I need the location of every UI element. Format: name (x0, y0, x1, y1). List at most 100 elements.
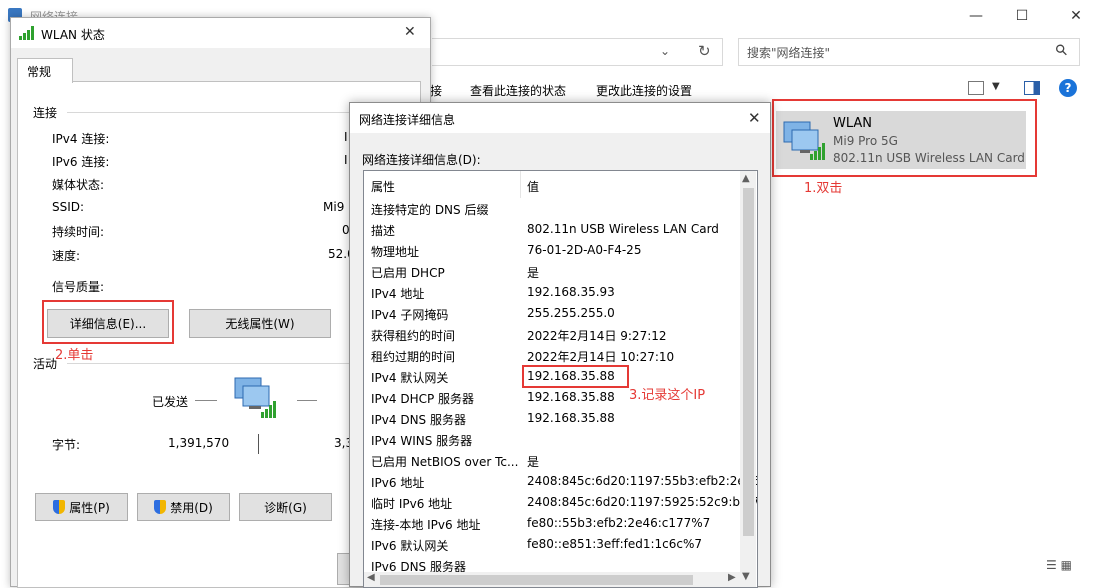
column-separator[interactable] (520, 171, 521, 198)
bytes-sent-value: 1,391,570 (168, 436, 230, 450)
row-property: IPv4 默认网关 (371, 371, 449, 385)
annotation-step-2: 2.单击 (55, 348, 94, 363)
row-value: 192.168.35.88 (527, 390, 615, 404)
row-property: 获得租约的时间 (371, 329, 456, 343)
row-value: 2408:845c:6d20:1197:5925:52c9:b8:73 (527, 495, 758, 509)
row-property: 已启用 DHCP (371, 266, 445, 280)
address-dropdown-icon[interactable]: ⌄ (660, 44, 670, 58)
media-state-label: 媒体状态: (52, 178, 105, 192)
column-header-property[interactable]: 属性 (371, 178, 395, 195)
status-dialog-title: WLAN 状态 (41, 28, 105, 42)
row-property: IPv4 地址 (371, 287, 425, 301)
help-icon[interactable]: ? (1059, 79, 1077, 97)
row-value: 2022年2月14日 10:27:10 (527, 350, 675, 364)
view-dropdown-icon[interactable]: ▼ (992, 81, 1000, 92)
row-property: IPv4 DNS 服务器 (371, 413, 466, 427)
column-header-value[interactable]: 值 (527, 178, 539, 195)
row-property: IPv6 默认网关 (371, 539, 449, 553)
row-value: fe80::55b3:efb2:2e46:c177%7 (527, 516, 711, 530)
tab-general-label: 常规 (27, 65, 52, 79)
table-row[interactable]: 租约过期的时间 2022年2月14日 10:27:10 (364, 345, 740, 366)
diagnose-button[interactable]: 诊断(G) (239, 493, 332, 521)
signal-quality-label: 信号质量: (52, 280, 105, 294)
ipv6-connection-value: I (344, 153, 348, 167)
scroll-left-arrow-icon[interactable]: ◀ (367, 572, 375, 583)
address-bar[interactable] (432, 38, 723, 66)
row-value: 76-01-2D-A0-F4-25 (527, 243, 642, 257)
sent-label: 已发送 (152, 395, 189, 409)
wireless-properties-button[interactable]: 无线属性(W) (189, 309, 331, 338)
row-property: 连接-本地 IPv6 地址 (371, 518, 481, 532)
row-property: IPv4 DHCP 服务器 (371, 392, 475, 406)
maximize-button[interactable]: ☐ (999, 0, 1045, 32)
table-row[interactable]: IPv6 默认网关 fe80::e851:3eff:fed1:1c6c%7 (364, 534, 740, 555)
table-row[interactable]: 已启用 NetBIOS over Tc... 是 (364, 450, 740, 471)
row-value: 2408:845c:6d20:1197:55b3:efb2:2e46 (527, 474, 758, 488)
horizontal-scroll-thumb[interactable] (380, 575, 693, 585)
annotation-box-2 (42, 300, 174, 344)
row-value: 255.255.255.0 (527, 306, 615, 320)
preview-pane-icon[interactable] (1024, 81, 1040, 95)
annotation-step-3: 3.记录这个IP (629, 388, 706, 403)
table-row[interactable]: 已启用 DHCP 是 (364, 261, 740, 282)
status-close-button[interactable]: ✕ (404, 24, 416, 40)
bytes-divider (258, 434, 259, 454)
table-row[interactable]: 连接-本地 IPv6 地址 fe80::55b3:efb2:2e46:c177%7 (364, 513, 740, 534)
vertical-scroll-thumb[interactable] (743, 188, 754, 536)
ssid-value: Mi9 (323, 200, 345, 214)
properties-button[interactable]: 属性(P) (35, 493, 128, 521)
table-row[interactable]: 描述 802.11n USB Wireless LAN Card (364, 219, 740, 240)
ssid-label: SSID: (52, 200, 85, 214)
ipv4-connection-label: IPv4 连接: (52, 132, 110, 146)
annotation-box-3 (522, 365, 629, 388)
row-value: 192.168.35.88 (527, 411, 615, 425)
view-status-button[interactable]: 查看此连接的状态 (470, 82, 566, 99)
ipv4-connection-value: I (344, 130, 348, 144)
table-row[interactable]: IPv4 子网掩码 255.255.255.0 (364, 303, 740, 324)
table-row[interactable]: IPv4 DNS 服务器 192.168.35.88 (364, 408, 740, 429)
details-list-label: 网络连接详细信息(D): (362, 153, 481, 167)
table-row[interactable]: 连接特定的 DNS 后缀 (364, 198, 740, 219)
speed-label: 速度: (52, 249, 81, 263)
table-row[interactable]: IPv4 地址 192.168.35.93 (364, 282, 740, 303)
shield-icon (154, 500, 167, 514)
scroll-up-arrow-icon[interactable]: ▲ (742, 173, 750, 184)
view-toggle-icons[interactable]: ☰ ▦ (1046, 558, 1072, 572)
row-value: 2022年2月14日 9:27:12 (527, 329, 667, 343)
scroll-right-arrow-icon[interactable]: ▶ (728, 572, 736, 583)
details-list-header (364, 171, 740, 198)
row-property: 临时 IPv6 地址 (371, 497, 453, 511)
table-row[interactable]: 临时 IPv6 地址 2408:845c:6d20:1197:5925:52c9:… (364, 492, 757, 513)
table-row[interactable]: 获得租约的时间 2022年2月14日 9:27:12 (364, 324, 740, 345)
table-row[interactable]: IPv4 WINS 服务器 (364, 429, 740, 450)
change-settings-button[interactable]: 更改此连接的设置 (596, 82, 692, 99)
row-value: fe80::e851:3eff:fed1:1c6c%7 (527, 537, 703, 551)
table-row[interactable]: 物理地址 76-01-2D-A0-F4-25 (364, 240, 740, 261)
table-row[interactable]: IPv6 地址 2408:845c:6d20:1197:55b3:efb2:2e4… (364, 471, 757, 492)
annotation-box-1 (772, 99, 1037, 177)
disable-button[interactable]: 禁用(D) (137, 493, 230, 521)
view-options-icon[interactable] (968, 81, 984, 95)
refresh-icon[interactable]: ↻ (698, 42, 711, 60)
details-close-button[interactable]: ✕ (748, 109, 761, 127)
tab-general[interactable]: 常规 (17, 58, 73, 83)
row-value: 802.11n USB Wireless LAN Card (527, 222, 719, 236)
row-property: 已启用 NetBIOS over Tc... (371, 455, 519, 469)
minimize-button[interactable]: — (953, 0, 999, 32)
row-property: IPv4 子网掩码 (371, 308, 449, 322)
close-button[interactable]: ✕ (1053, 0, 1099, 32)
row-property: 租约过期的时间 (371, 350, 456, 364)
connection-group-label: 连接 (33, 106, 58, 120)
row-property: IPv6 地址 (371, 476, 425, 490)
toolbar-partial-item[interactable]: 接 (430, 82, 442, 99)
scroll-down-arrow-icon[interactable]: ▼ (742, 571, 750, 582)
row-value: 192.168.35.93 (527, 285, 615, 299)
search-placeholder: 搜索"网络连接" (747, 46, 831, 60)
row-property: 连接特定的 DNS 后缀 (371, 203, 489, 217)
signal-bars-icon (19, 26, 34, 40)
shield-icon (53, 500, 66, 514)
connection-details-dialog: 网络连接详细信息 ✕ 网络连接详细信息(D): 属性 值 连接特定的 DNS 后… (349, 102, 771, 588)
annotation-step-1: 1.双击 (804, 181, 843, 196)
row-property: 物理地址 (371, 245, 420, 259)
row-property: 描述 (371, 224, 396, 238)
